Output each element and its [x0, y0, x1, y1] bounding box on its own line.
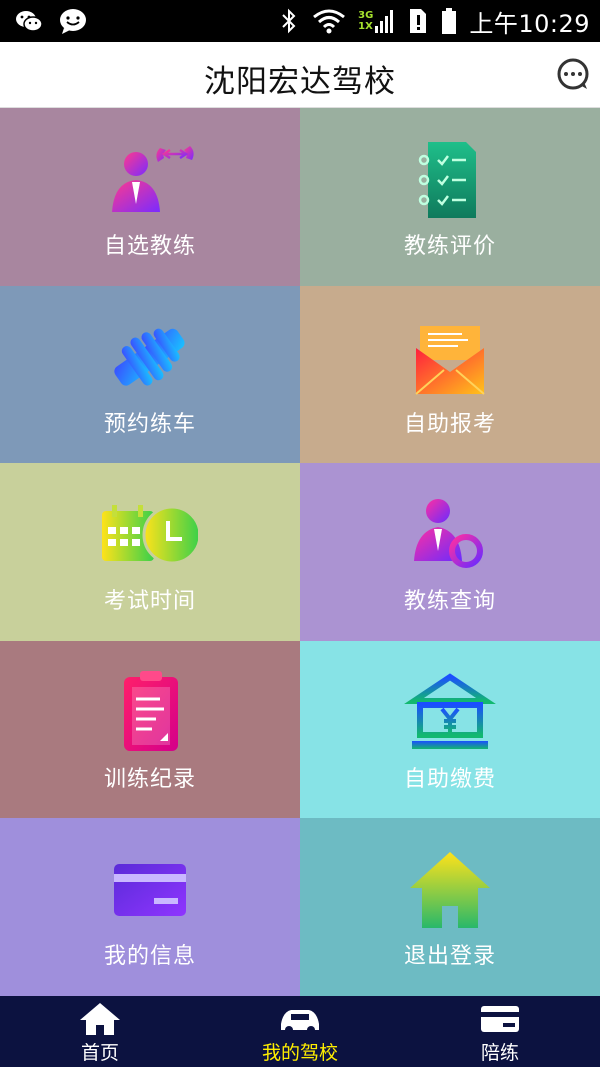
- tile-label: 自助缴费: [403, 766, 496, 792]
- menu-grid: 自选教练 教练评价 预约练车 自助报考 考试时间 教练查询 训练纪录 自助缴费 …: [0, 108, 600, 996]
- tile-logout[interactable]: 退出登录: [300, 818, 600, 996]
- tab-accompany-practice[interactable]: 陪练: [400, 996, 600, 1067]
- home-icon: [402, 848, 498, 932]
- battery-icon: [442, 8, 457, 34]
- clipboard-icon: [102, 670, 198, 755]
- tile-label: 我的信息: [103, 944, 196, 970]
- tab-my-school[interactable]: 我的驾校: [200, 996, 400, 1067]
- tile-choose-coach[interactable]: 自选教练: [0, 108, 300, 286]
- tile-label: 自选教练: [103, 234, 196, 259]
- tile-book-practice[interactable]: 预约练车: [0, 285, 300, 464]
- bluetooth-icon: [282, 8, 296, 34]
- card-icon: [481, 1006, 519, 1032]
- tile-self-registration[interactable]: 自助报考: [300, 285, 600, 464]
- tile-my-info[interactable]: 我的信息: [0, 818, 300, 996]
- chat-bubble-icon: [60, 9, 86, 34]
- tile-label: 自助报考: [403, 411, 496, 437]
- network-type: 3G 1X: [358, 8, 395, 34]
- bank-yuan-icon: [402, 671, 498, 755]
- signal-icon: [375, 10, 394, 33]
- tile-label: 考试时间: [103, 589, 196, 615]
- tab-label: 首页: [80, 1042, 119, 1064]
- tab-label: 陪练: [480, 1042, 519, 1064]
- title-bar: 沈阳宏达驾校: [0, 42, 600, 108]
- tile-self-payment[interactable]: 自助缴费: [300, 640, 600, 819]
- choose-coach-icon: [102, 138, 198, 222]
- home-icon: [80, 1003, 120, 1035]
- envelope-icon: [402, 316, 498, 400]
- coach-search-icon: [402, 493, 498, 578]
- tile-coach-lookup[interactable]: 教练查询: [300, 463, 600, 641]
- tab-home[interactable]: 首页: [0, 996, 200, 1067]
- tile-coach-evaluation[interactable]: 教练评价: [300, 108, 600, 286]
- tile-label: 预约练车: [103, 411, 196, 437]
- tile-label: 教练查询: [403, 589, 496, 615]
- wechat-icon: [16, 11, 43, 32]
- card-icon: [102, 848, 198, 932]
- tile-label: 教练评价: [403, 234, 496, 259]
- message-icon[interactable]: [556, 58, 590, 92]
- bottom-tab-bar: 首页 我的驾校 陪练: [0, 996, 600, 1067]
- handshake-icon: [102, 316, 198, 400]
- tile-label: 退出登录: [403, 944, 496, 970]
- sim-alert-icon: [410, 9, 427, 33]
- tile-label: 训练纪录: [103, 766, 196, 792]
- evaluation-checklist-icon: [402, 138, 498, 222]
- page-title: 沈阳宏达驾校: [204, 64, 396, 100]
- calendar-clock-icon: [102, 493, 198, 577]
- tile-exam-time[interactable]: 考试时间: [0, 463, 300, 641]
- wifi-icon: [313, 9, 346, 34]
- tile-training-record[interactable]: 训练纪录: [0, 640, 300, 819]
- car-icon: [281, 1010, 319, 1034]
- clock-time: 上午10:29: [469, 9, 590, 38]
- tab-label: 我的驾校: [261, 1042, 338, 1064]
- network-bottom-text: 1X: [358, 21, 373, 32]
- status-bar: 3G 1X 上午10:29: [0, 0, 600, 42]
- network-top-text: 3G: [358, 10, 374, 21]
